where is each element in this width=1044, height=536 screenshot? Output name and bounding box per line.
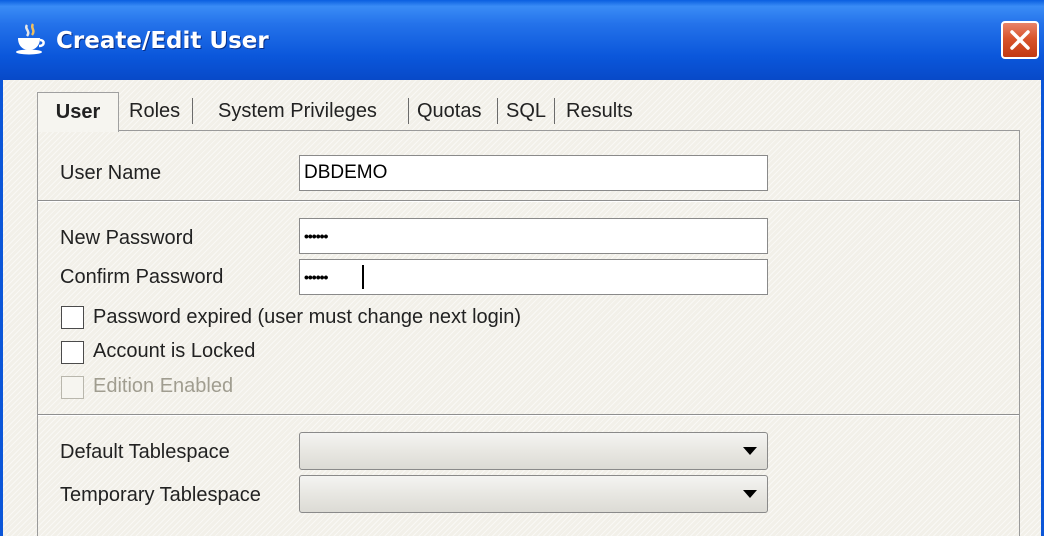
section-divider <box>38 414 1019 416</box>
chevron-down-icon <box>743 490 757 498</box>
tab-separator <box>497 98 498 124</box>
tab-separator <box>408 98 409 124</box>
account-locked-checkbox[interactable] <box>61 341 84 364</box>
tab-separator <box>192 98 193 124</box>
password-expired-label[interactable]: Password expired (user must change next … <box>93 305 521 329</box>
default-tablespace-select[interactable] <box>299 432 768 470</box>
confirm-password-input[interactable]: •••••• <box>299 259 768 295</box>
chevron-down-icon <box>743 447 757 455</box>
new-password-mask: •••••• <box>304 228 328 244</box>
edition-enabled-checkbox <box>61 376 84 399</box>
tab-user[interactable]: User <box>37 92 119 132</box>
tab-results[interactable]: Results <box>566 94 633 128</box>
tab-separator <box>554 98 555 124</box>
window-title: Create/Edit User <box>56 28 269 54</box>
text-caret <box>362 265 364 289</box>
confirm-password-label: Confirm Password <box>60 266 224 288</box>
user-name-input[interactable]: DBDEMO <box>299 155 768 191</box>
close-button[interactable] <box>1001 21 1039 59</box>
password-expired-checkbox[interactable] <box>61 306 84 329</box>
title-bar[interactable]: Create/Edit User <box>0 0 1044 80</box>
tab-system-privileges[interactable]: System Privileges <box>218 94 377 128</box>
edition-enabled-label: Edition Enabled <box>93 375 234 397</box>
temporary-tablespace-select[interactable] <box>299 475 768 513</box>
confirm-password-mask: •••••• <box>304 269 328 285</box>
tab-quotas[interactable]: Quotas <box>417 94 481 128</box>
new-password-input[interactable]: •••••• <box>299 218 768 254</box>
create-edit-user-dialog: Create/Edit User User Roles System Privi… <box>0 0 1044 536</box>
temporary-tablespace-label: Temporary Tablespace <box>60 484 261 506</box>
tab-sql[interactable]: SQL <box>506 94 546 128</box>
section-divider <box>38 200 1019 202</box>
default-tablespace-label: Default Tablespace <box>60 441 230 463</box>
tab-roles[interactable]: Roles <box>129 94 180 128</box>
account-locked-label[interactable]: Account is Locked <box>93 339 255 363</box>
user-name-label: User Name <box>60 162 162 184</box>
new-password-label: New Password <box>60 227 194 249</box>
java-cup-icon <box>12 21 48 57</box>
